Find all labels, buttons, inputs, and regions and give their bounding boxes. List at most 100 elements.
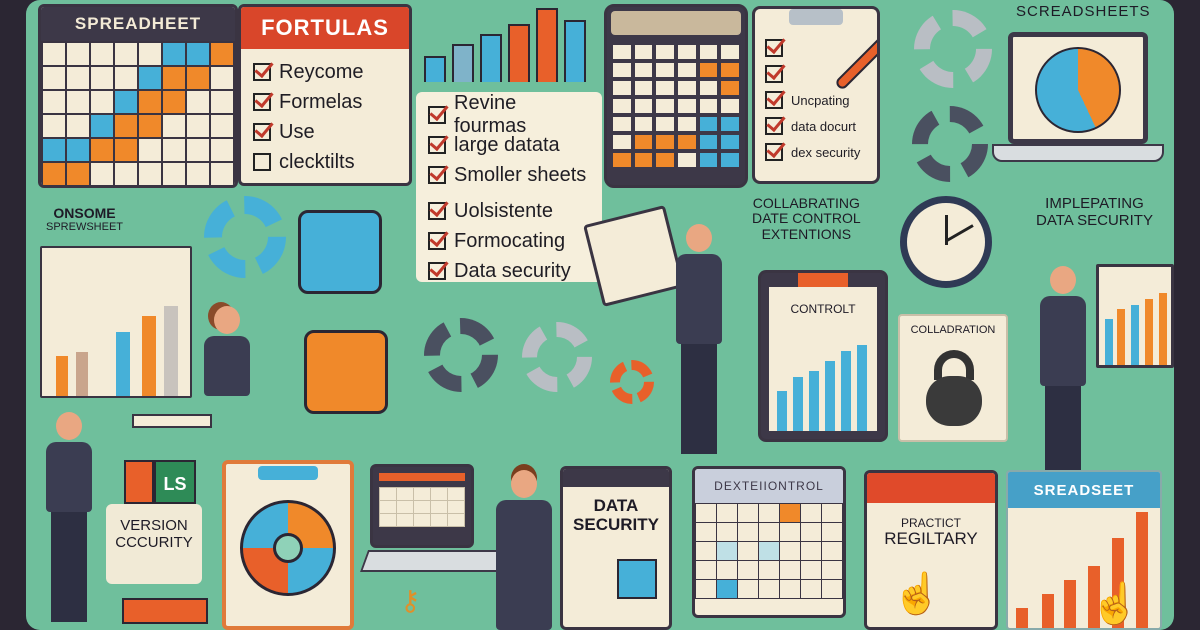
chart-bar: [508, 24, 530, 82]
checkbox-checked-icon[interactable]: [253, 93, 271, 111]
checkbox-checked-icon[interactable]: [765, 39, 783, 57]
checklist-item[interactable]: Reycome: [253, 57, 397, 87]
data-grid-panel: [604, 4, 748, 188]
chart-bar: [452, 44, 474, 82]
chart-bar: [841, 351, 851, 431]
checkbox-checked-icon[interactable]: [765, 143, 783, 161]
clipboard-checklist: Uncpating data docurt dex security: [752, 6, 880, 184]
checklist-item[interactable]: clecktilts: [253, 147, 397, 177]
checklist-item[interactable]: dex security: [765, 139, 869, 165]
checkbox-checked-icon[interactable]: [253, 63, 271, 81]
donut-chart-icon: [240, 500, 336, 596]
data-security-calendar: DATA SECURITY: [560, 466, 672, 630]
bar-chart-top: [424, 4, 590, 82]
formulas-checklist: Reycome Formelas Use clecktilts: [241, 49, 409, 183]
desk-paper: [132, 414, 212, 428]
puzzle-piece-icon: [617, 559, 657, 599]
checklist-item[interactable]: Formelas: [253, 87, 397, 117]
app-icon-orange: [124, 460, 154, 504]
chart-bar: [480, 34, 502, 82]
chart-bar: [777, 391, 787, 431]
puzzle-piece-icon: [298, 210, 382, 294]
spreadsheet-grid: [41, 41, 235, 185]
person-presenter-icon: [1040, 266, 1086, 476]
checkbox-checked-icon[interactable]: [765, 91, 783, 109]
chart-bar: [142, 316, 156, 396]
checkbox-checked-icon[interactable]: [428, 106, 446, 124]
easel-chart: [1096, 264, 1174, 368]
version-card: VERSION CCCURITY: [106, 504, 202, 584]
chart-bar: [793, 377, 803, 431]
gear-icon: [424, 318, 498, 392]
chart-bar: [1016, 608, 1028, 628]
checkbox-checked-icon[interactable]: [253, 123, 271, 141]
checkbox-checked-icon[interactable]: [428, 202, 446, 220]
implementing-caption: IMPLEPATING DATA SECURITY: [1036, 195, 1153, 229]
app-tile: [122, 598, 208, 624]
person-man-icon: [676, 224, 722, 454]
chart-bar: [825, 361, 835, 431]
chart-bar: [116, 332, 130, 396]
spreadsheet-panel-top-left: SPREADHEET: [38, 4, 238, 188]
laptop-caption: SCREADSHEETS: [1016, 3, 1151, 20]
bar-chart-sheet: [40, 246, 192, 398]
checklist-item[interactable]: Use: [253, 117, 397, 147]
chart-bar: [56, 356, 68, 396]
collaboration-title: COLLADRATION: [910, 324, 996, 336]
chart-bar: [1131, 305, 1139, 365]
chart-bar: [1064, 580, 1076, 628]
illustration-canvas: SPREADHEET FORTULAS Reycome Formelas Use…: [26, 0, 1174, 630]
checkbox-checked-icon[interactable]: [428, 166, 446, 184]
clipboard-clip: [789, 9, 843, 25]
checklist-item[interactable]: data docurt: [765, 113, 869, 139]
chart-bar: [564, 20, 586, 82]
checklist-item[interactable]: [765, 35, 869, 61]
checklist-center: Revine fourmas large datata Smoller shee…: [416, 92, 602, 282]
checklist-item[interactable]: Uolsistente: [428, 196, 590, 226]
checkbox-checked-icon[interactable]: [428, 232, 446, 250]
lock-icon: [926, 376, 982, 426]
checkbox-checked-icon[interactable]: [765, 117, 783, 135]
gear-icon: [914, 10, 992, 88]
laptop-keyboard: [992, 144, 1164, 162]
formulas-title: FORTULAS: [241, 7, 409, 49]
control-clipboard: CONTROLT: [758, 270, 888, 442]
pointing-hand-icon: ☝: [892, 572, 942, 616]
calendar-grid: [695, 503, 843, 599]
checklist-item[interactable]: Uncpating: [765, 87, 869, 113]
checklist-item[interactable]: Formocating: [428, 226, 590, 256]
checkbox-unchecked-icon[interactable]: [253, 153, 271, 171]
checklist-item[interactable]: Smoller sheets: [428, 160, 590, 190]
collaborating-caption: COLLABRATING DATE CONTROL EXTENTIONS: [752, 195, 861, 242]
pie-chart-icon: [1035, 47, 1121, 133]
checkbox-checked-icon[interactable]: [428, 136, 446, 154]
clock-icon: [900, 196, 992, 288]
onsome-title: ONSOME SPREWSHEET: [46, 205, 124, 234]
chart-bar: [857, 345, 867, 431]
chart-bar: [1145, 299, 1153, 365]
pointing-hand-icon: ☝: [1090, 582, 1140, 626]
checkbox-checked-icon[interactable]: [765, 65, 783, 83]
checkbox-checked-icon[interactable]: [428, 262, 446, 280]
laptop-screen-bottom: [370, 464, 474, 548]
pie-clipboard: [222, 460, 354, 630]
clipboard-clip: [258, 466, 318, 480]
gear-icon: [610, 360, 654, 404]
key-icon: ⚷: [400, 585, 421, 616]
gear-icon: [912, 106, 988, 182]
laptop-screen: [1008, 32, 1148, 144]
person-woman-icon: [204, 306, 250, 396]
chart-bar: [536, 8, 558, 82]
person-man-icon: [46, 412, 92, 622]
checklist-item[interactable]: Revine fourmas: [428, 92, 590, 137]
app-badge: LS: [154, 460, 196, 504]
chart-bar: [424, 56, 446, 82]
clipboard-held: [583, 205, 685, 307]
chart-bar: [76, 352, 88, 396]
control-title: CONTROLT: [790, 302, 856, 316]
dexcontrol-calendar: DEXTEIIONTROL: [692, 466, 846, 618]
checklist-item[interactable]: Data security: [428, 256, 590, 282]
spreadsheet-title: SPREADHEET: [41, 7, 235, 41]
collaboration-card: COLLADRATION: [898, 314, 1008, 442]
person-man-icon: [496, 470, 552, 630]
